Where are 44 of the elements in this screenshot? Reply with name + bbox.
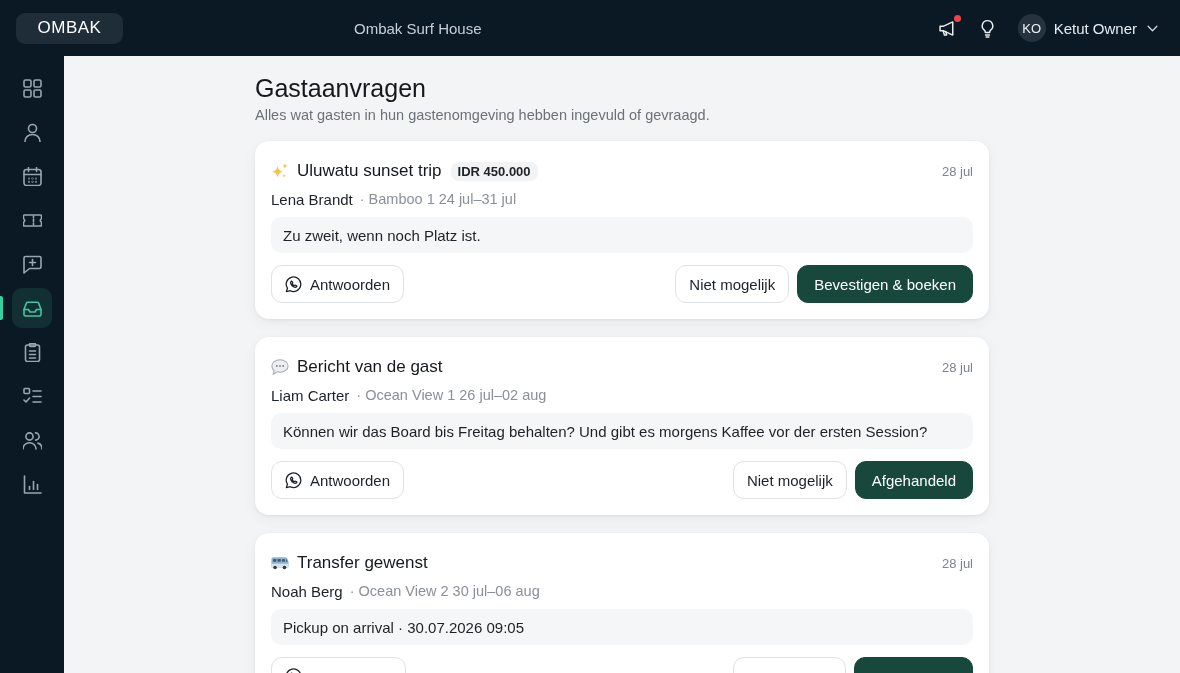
- speech-bubble-icon: [271, 358, 289, 376]
- decline-button[interactable]: Niet mogelijk: [675, 265, 790, 303]
- booking-details: · Bamboo 1 24 jul–31 jul: [359, 191, 517, 207]
- logo[interactable]: OMBAK: [16, 12, 123, 44]
- page-title: Gastaanvragen: [255, 73, 427, 104]
- price-badge: IDR 450.000: [450, 161, 538, 181]
- sidebar-nav-item[interactable]: [12, 288, 52, 328]
- page-subtitle: Alles wat gasten in hun gastenomgeving hebben ingevuld of gevraagd.: [255, 106, 711, 125]
- guest-message: Zu zweit, wenn noch Platz ist.: [271, 217, 973, 253]
- bar-chart-icon: [22, 474, 42, 494]
- booking-details: · Ocean View 1 26 jul–02 aug: [356, 387, 547, 403]
- checklist-icon: [22, 386, 42, 406]
- user-name[interactable]: Ketut Owner: [1053, 19, 1137, 37]
- active-indicator: [0, 296, 3, 320]
- reply-button[interactable]: Antwoorden: [271, 461, 405, 499]
- grid-icon: [22, 78, 42, 98]
- chat-phone-icon: [285, 471, 302, 489]
- calendar-icon: [22, 166, 42, 186]
- confirm-button[interactable]: Bevestigen & boeken: [797, 265, 973, 303]
- request-date: 28 jul: [941, 163, 973, 179]
- request-title: Transfer gewenst: [297, 553, 428, 573]
- decline-button[interactable]: Niet mogelijk: [732, 461, 847, 499]
- guest-name: Noah Berg: [271, 582, 343, 600]
- van-icon: [271, 554, 289, 572]
- chevron-down-icon[interactable]: [1147, 24, 1158, 32]
- user-avatar[interactable]: KO: [1017, 14, 1046, 42]
- clipboard-icon: [22, 342, 42, 362]
- reply-button[interactable]: Antwoorden: [271, 265, 405, 303]
- request-title: Bericht van de gast: [297, 357, 443, 377]
- booking-details: · Ocean View 2 30 jul–06 aug: [349, 583, 540, 599]
- users-icon: [22, 430, 42, 450]
- chat-phone-icon: [285, 275, 302, 293]
- guest-name: Liam Carter: [271, 386, 350, 404]
- sparkles-icon: [271, 162, 289, 180]
- property-name: Ombak Surf House: [354, 19, 482, 37]
- person-icon: [22, 122, 42, 142]
- guest-message: Können wir das Board bis Freitag behalten? Und gibt es morgens Kaffee vor der ersten Session?: [271, 413, 973, 449]
- guest-message: Pickup on arrival · 30.07.2026 09:05: [271, 609, 973, 645]
- guest-name: Lena Brandt: [271, 190, 353, 208]
- message-plus-icon: [22, 254, 42, 274]
- request-title: Uluwatu sunset trip: [297, 161, 442, 181]
- request-date: 28 jul: [941, 359, 973, 375]
- resolve-button[interactable]: Afgehandeld: [854, 461, 973, 499]
- request-date: 28 jul: [941, 555, 973, 571]
